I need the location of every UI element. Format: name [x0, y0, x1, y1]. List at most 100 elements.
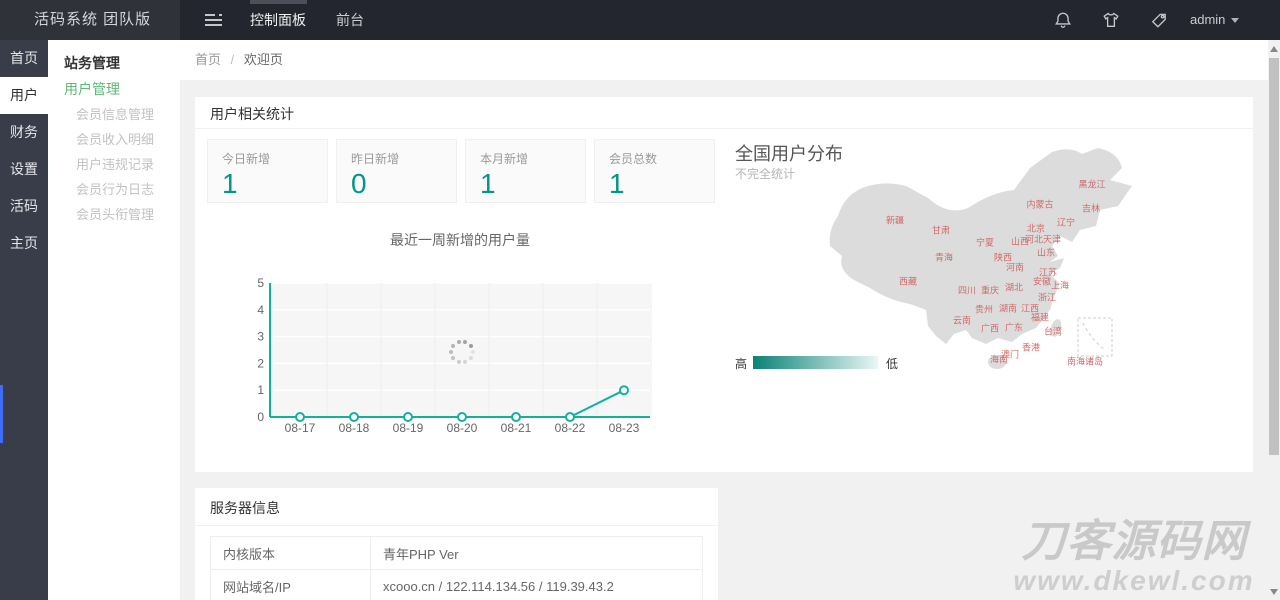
province-label: 浙江 — [1038, 291, 1056, 304]
tab-control-panel[interactable]: 控制面板 — [240, 0, 316, 40]
submenu-item-user-management[interactable]: 用户管理 — [48, 76, 180, 102]
submenu-item[interactable]: 会员行为日志 — [48, 177, 180, 202]
data-point — [350, 413, 358, 421]
scroll-up-arrow-icon[interactable] — [1270, 46, 1278, 52]
province-label: 南海诸岛 — [1067, 355, 1103, 368]
server-info-table: 内核版本青年PHP Ver网站域名/IPxcooo.cn / 122.114.1… — [210, 536, 703, 600]
sidebar-item[interactable]: 设置 — [0, 151, 48, 188]
stat-box: 本月新增 1 — [465, 139, 586, 203]
province-label: 湖北 — [1005, 281, 1023, 294]
province-label: 福建 — [1031, 311, 1049, 324]
legend-high-label: 高 — [735, 355, 747, 372]
stat-value: 0 — [351, 169, 442, 199]
user-menu[interactable]: admin — [1190, 0, 1239, 40]
stat-value: 1 — [222, 169, 313, 199]
svg-text:3: 3 — [257, 330, 264, 344]
table-key-cell: 网站域名/IP — [211, 570, 371, 600]
province-label: 辽宁 — [1057, 216, 1075, 229]
table-key-cell: 内核版本 — [211, 537, 371, 570]
province-label: 山东 — [1037, 246, 1055, 259]
table-value-cell: 青年PHP Ver — [371, 537, 703, 570]
top-header: 活码系统 团队版 控制面板 前台 admin — [0, 0, 1280, 40]
china-map-shape — [800, 140, 1140, 380]
province-label: 安徽 — [1033, 275, 1051, 288]
server-info-card: 服务器信息 内核版本青年PHP Ver网站域名/IPxcooo.cn / 122… — [195, 488, 718, 600]
secondary-sidebar: 站务管理 用户管理 会员信息管理会员收入明细用户违规记录会员行为日志会员头衔管理 — [48, 40, 180, 600]
submenu-item[interactable]: 会员头衔管理 — [48, 202, 180, 227]
province-label: 湖南 — [999, 302, 1017, 315]
province-label: 宁夏 — [976, 236, 994, 249]
submenu-item[interactable]: 用户违规记录 — [48, 152, 180, 177]
svg-text:08-18: 08-18 — [339, 421, 370, 435]
breadcrumb: 首页 / 欢迎页 — [180, 40, 1280, 80]
submenu-item[interactable]: 会员收入明细 — [48, 127, 180, 152]
breadcrumb-current: 欢迎页 — [244, 52, 283, 67]
stat-value: 1 — [609, 169, 700, 199]
data-point — [296, 413, 304, 421]
notification-bell-icon[interactable] — [1054, 11, 1072, 29]
theme-shirt-icon[interactable] — [1102, 11, 1120, 29]
scrollbar-thumb[interactable] — [1269, 58, 1279, 455]
data-point — [404, 413, 412, 421]
submenu-item[interactable]: 会员信息管理 — [48, 102, 180, 127]
svg-text:1: 1 — [257, 383, 264, 397]
stat-box: 会员总数 1 — [594, 139, 715, 203]
province-label: 重庆 — [981, 284, 999, 297]
province-label: 云南 — [953, 314, 971, 327]
province-label: 贵州 — [975, 303, 993, 316]
data-point — [458, 413, 466, 421]
province-label: 天津 — [1043, 233, 1061, 246]
province-label: 青海 — [935, 251, 953, 264]
province-label: 河北 — [1025, 233, 1043, 246]
svg-text:4: 4 — [257, 303, 264, 317]
stat-label: 本月新增 — [480, 150, 571, 167]
card-title: 用户相关统计 — [195, 97, 1253, 129]
data-point — [512, 413, 520, 421]
sidebar-item[interactable]: 财务 — [0, 114, 48, 151]
scroll-down-arrow-icon[interactable] — [1270, 589, 1278, 595]
breadcrumb-separator: / — [231, 52, 235, 67]
menu-toggle-icon[interactable] — [200, 8, 226, 32]
province-label: 河南 — [1006, 261, 1024, 274]
stats-row: 今日新增 1 昨日新增 0 本月新增 1 会员总数 1 — [207, 139, 715, 203]
vertical-scrollbar[interactable] — [1268, 40, 1280, 600]
svg-text:08-17: 08-17 — [285, 421, 316, 435]
caret-down-icon — [1231, 18, 1239, 23]
table-row: 网站域名/IPxcooo.cn / 122.114.134.56 / 119.3… — [211, 570, 703, 600]
data-point — [620, 386, 628, 394]
sidebar-item[interactable]: 首页 — [0, 40, 48, 77]
stat-box: 昨日新增 0 — [336, 139, 457, 203]
province-label: 甘肃 — [932, 224, 950, 237]
stat-box: 今日新增 1 — [207, 139, 328, 203]
svg-text:08-19: 08-19 — [393, 421, 424, 435]
main-content: 首页 / 欢迎页 用户相关统计 今日新增1昨日新增0本月新增1会员总数1 最近一… — [180, 40, 1280, 600]
sidebar-item[interactable]: 主页 — [0, 225, 48, 262]
tab-front-site[interactable]: 前台 — [326, 0, 374, 40]
svg-text:2: 2 — [257, 356, 264, 370]
breadcrumb-home[interactable]: 首页 — [195, 52, 221, 67]
province-label: 内蒙古 — [1026, 198, 1053, 211]
svg-text:08-20: 08-20 — [447, 421, 478, 435]
tag-icon[interactable] — [1150, 11, 1168, 29]
app-logo[interactable]: 活码系统 团队版 — [0, 0, 180, 40]
province-label: 吉林 — [1082, 202, 1100, 215]
legend-gradient-bar — [753, 356, 878, 369]
province-label: 黑龙江 — [1078, 178, 1105, 191]
submenu-group-station-management[interactable]: 站务管理 — [48, 50, 180, 76]
province-label: 台湾 — [1044, 325, 1062, 338]
stat-value: 1 — [480, 169, 571, 199]
primary-sidebar: 首页用户财务设置活码主页 — [0, 40, 48, 600]
stat-label: 昨日新增 — [351, 150, 442, 167]
data-point — [566, 413, 574, 421]
china-map: 新疆甘肃青海西藏内蒙古黑龙江吉林辽宁北京天津宁夏山西河北陕西山东河南江苏安徽上海… — [800, 140, 1140, 380]
stat-label: 今日新增 — [222, 150, 313, 167]
sidebar-item[interactable]: 用户 — [0, 77, 48, 114]
province-label: 新疆 — [886, 214, 904, 227]
legend-low-label: 低 — [886, 355, 898, 372]
svg-text:0: 0 — [257, 410, 264, 424]
svg-text:5: 5 — [257, 278, 264, 290]
map-subtitle: 不完全统计 — [735, 165, 795, 182]
stat-label: 会员总数 — [609, 150, 700, 167]
sidebar-item[interactable]: 活码 — [0, 188, 48, 225]
username-label: admin — [1190, 12, 1225, 27]
